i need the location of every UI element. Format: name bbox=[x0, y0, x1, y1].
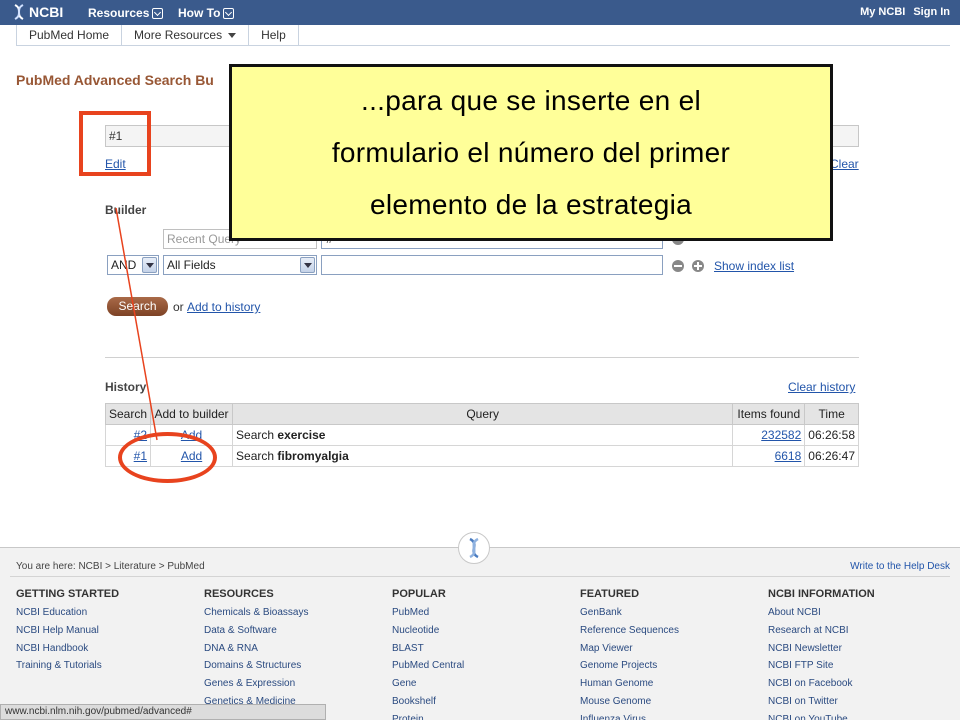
annotation-highlight-rectangle bbox=[79, 111, 151, 176]
callout-text: ...para que se inserte en el formulario … bbox=[332, 75, 730, 231]
callout-line: ...para que se inserte en el bbox=[361, 84, 701, 116]
annotation-highlight-ellipse bbox=[118, 432, 217, 483]
annotation-callout: ...para que se inserte en el formulario … bbox=[229, 64, 833, 241]
callout-line: elemento de la estrategia bbox=[370, 188, 692, 220]
callout-line: formulario el número del primer bbox=[331, 136, 731, 168]
